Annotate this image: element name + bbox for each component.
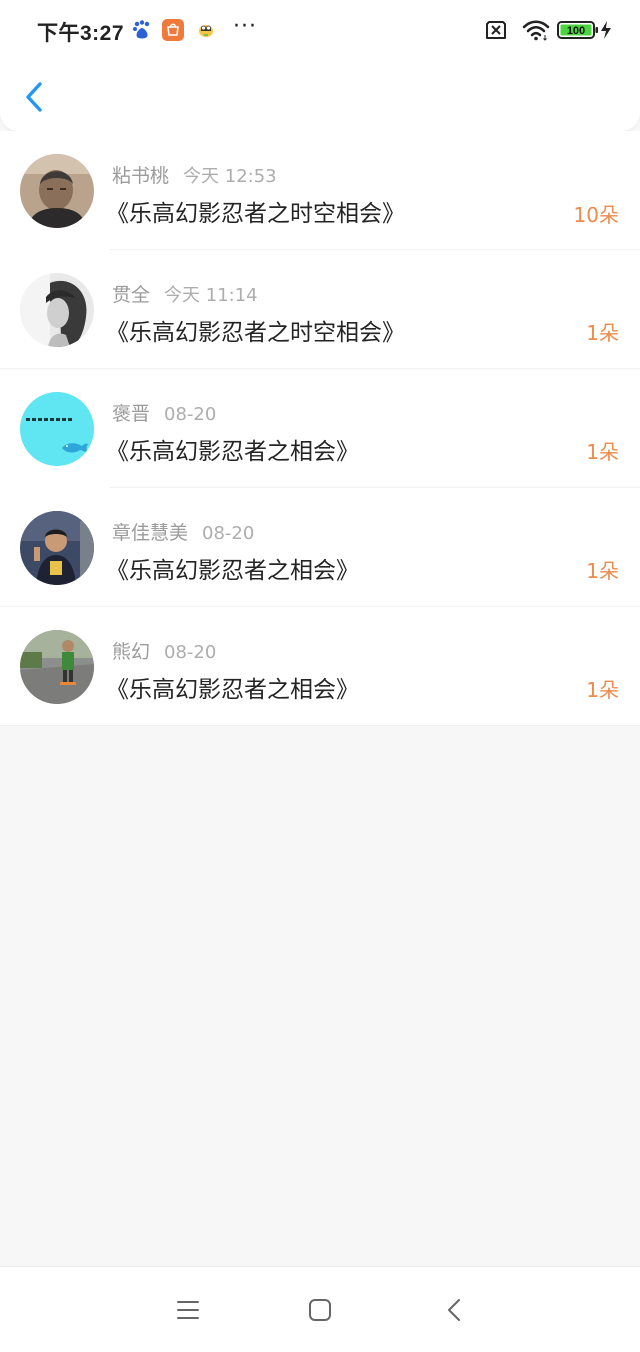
status-bar: 下午3:27 ··· 100 bbox=[0, 0, 640, 60]
work-title: 《乐高幻影忍者之时空相会》 bbox=[106, 201, 405, 227]
list-item[interactable]: 章佳慧美 08-20 《乐高幻影忍者之相会》 1朵 bbox=[0, 488, 640, 607]
avatar[interactable] bbox=[20, 154, 94, 228]
chevron-left-icon bbox=[26, 82, 42, 112]
divider bbox=[0, 725, 640, 726]
work-title: 《乐高幻影忍者之相会》 bbox=[106, 439, 359, 465]
header bbox=[0, 60, 640, 131]
baidu-icon bbox=[131, 19, 153, 41]
gift-list: 粘书桃 今天 12:53 《乐高幻影忍者之时空相会》 10朵 贯全 今天 11:14… bbox=[0, 131, 640, 726]
work-title: 《乐高幻影忍者之相会》 bbox=[106, 677, 359, 703]
sender-line: 褒晋 08-20 bbox=[112, 399, 216, 426]
work-title: 《乐高幻影忍者之时空相会》 bbox=[106, 320, 405, 346]
avatar[interactable] bbox=[20, 273, 94, 347]
avatar[interactable] bbox=[20, 630, 94, 704]
sender-line: 贯全 今天 11:14 bbox=[112, 280, 258, 307]
battery-icon: 100 bbox=[557, 20, 599, 44]
list-item[interactable]: 熊幻 08-20 《乐高幻影忍者之相会》 1朵 bbox=[0, 607, 640, 726]
no-sim-icon bbox=[484, 20, 508, 44]
menu-icon bbox=[177, 1301, 199, 1319]
avatar[interactable] bbox=[20, 392, 94, 466]
battery-level: 100 bbox=[567, 25, 585, 37]
back-button[interactable] bbox=[18, 76, 54, 118]
wifi-icon bbox=[522, 19, 550, 45]
timestamp: 今天 11:14 bbox=[164, 285, 258, 306]
flower-count: 1朵 bbox=[586, 321, 619, 345]
sender-name: 章佳慧美 bbox=[112, 522, 189, 544]
flower-count: 1朵 bbox=[586, 678, 619, 702]
more-notifications-icon: ··· bbox=[233, 14, 257, 39]
list-item[interactable]: 粘书桃 今天 12:53 《乐高幻影忍者之时空相会》 10朵 bbox=[0, 131, 640, 250]
sender-line: 粘书桃 今天 12:53 bbox=[112, 161, 277, 188]
avatar[interactable] bbox=[20, 511, 94, 585]
bee-icon bbox=[195, 19, 217, 41]
sender-name: 熊幻 bbox=[112, 641, 151, 663]
back-icon bbox=[448, 1299, 460, 1321]
home-button[interactable] bbox=[307, 1297, 333, 1323]
status-time: 下午3:27 bbox=[37, 22, 125, 45]
charging-icon bbox=[600, 20, 612, 44]
sender-name: 褒晋 bbox=[112, 403, 151, 425]
timestamp: 08-20 bbox=[164, 642, 217, 663]
nav-back-button[interactable] bbox=[442, 1297, 468, 1323]
work-title: 《乐高幻影忍者之相会》 bbox=[106, 558, 359, 584]
flower-count: 1朵 bbox=[586, 559, 619, 583]
list-item[interactable]: 贯全 今天 11:14 《乐高幻影忍者之时空相会》 1朵 bbox=[0, 250, 640, 369]
timestamp: 今天 12:53 bbox=[183, 166, 277, 187]
list-item[interactable]: 褒晋 08-20 《乐高幻影忍者之相会》 1朵 bbox=[0, 369, 640, 488]
timestamp: 08-20 bbox=[164, 404, 217, 425]
mi-store-icon bbox=[162, 19, 184, 41]
menu-button[interactable] bbox=[175, 1297, 201, 1323]
sender-line: 章佳慧美 08-20 bbox=[112, 518, 254, 545]
system-nav-bar bbox=[0, 1266, 640, 1352]
flower-count: 10朵 bbox=[573, 203, 619, 227]
home-icon bbox=[309, 1299, 331, 1321]
sender-line: 熊幻 08-20 bbox=[112, 637, 216, 664]
timestamp: 08-20 bbox=[202, 523, 255, 544]
sender-name: 贯全 bbox=[112, 284, 151, 306]
flower-count: 1朵 bbox=[586, 440, 619, 464]
sender-name: 粘书桃 bbox=[112, 165, 170, 187]
